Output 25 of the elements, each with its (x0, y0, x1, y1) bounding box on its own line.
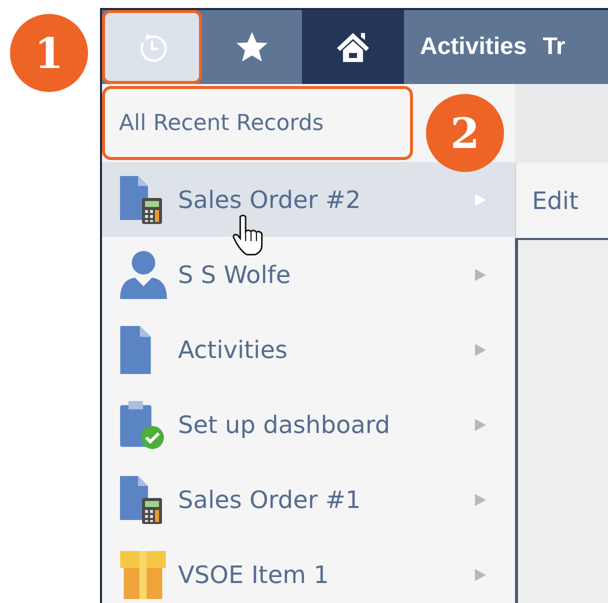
menu-item[interactable]: S S Wolfe (102, 237, 515, 312)
submenu-arrow-icon (473, 418, 487, 432)
clipboard-check-icon (120, 400, 164, 448)
box-icon (120, 550, 166, 598)
submenu-arrow-icon (473, 268, 487, 282)
step-badge: 1 (10, 14, 88, 92)
menu-item[interactable]: Sales Order #1 (102, 462, 515, 537)
person-icon (120, 250, 167, 298)
menu-item[interactable]: Set up dashboard (102, 387, 515, 462)
submenu-arrow-icon (473, 342, 487, 356)
all-recent-records-button[interactable]: All Recent Records (102, 86, 413, 160)
order-document-icon (120, 176, 162, 224)
recent-button[interactable] (102, 10, 202, 84)
nav-link[interactable]: Tr (526, 10, 566, 84)
submenu-arrow-icon (473, 492, 487, 506)
home-button[interactable] (302, 10, 404, 84)
menu-item[interactable]: VSOE Item 1 (102, 537, 515, 603)
submenu-item[interactable]: Edit (515, 163, 608, 238)
menu-item[interactable]: Activities (102, 312, 515, 387)
order-document-icon (120, 476, 162, 524)
document-icon (120, 326, 151, 374)
submenu-arrow-icon (473, 192, 487, 206)
submenu-arrow-icon (473, 568, 487, 582)
nav-link[interactable]: Activities (404, 10, 527, 84)
menu-item[interactable]: Sales Order #2 (102, 162, 515, 237)
